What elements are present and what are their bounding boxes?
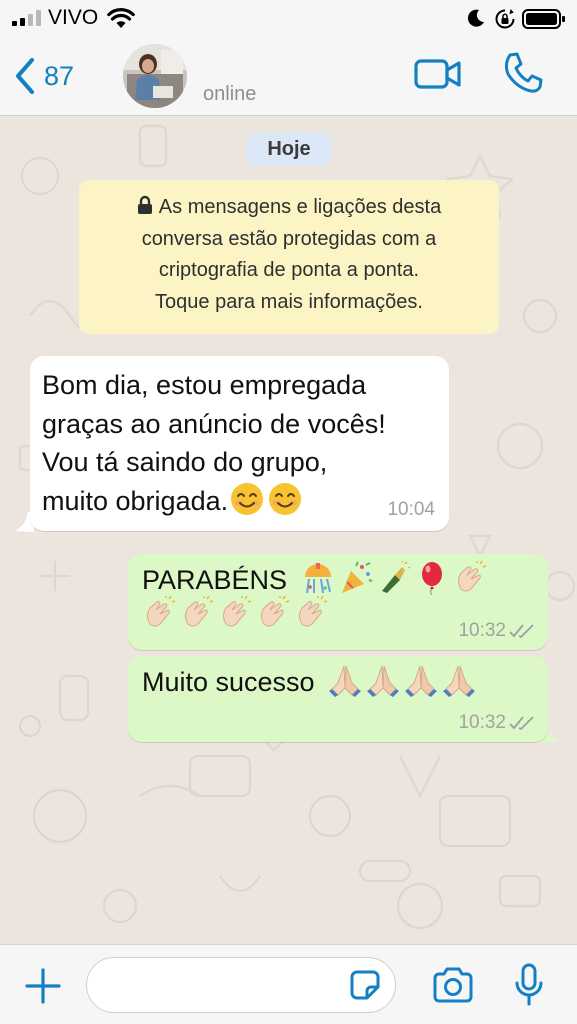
clapping-hands-emoji [256, 595, 290, 630]
encryption-notice-line: As mensagens e ligações desta [158, 196, 442, 218]
back-button[interactable]: 87 [14, 56, 74, 96]
video-camera-icon[interactable] [414, 56, 462, 92]
clapping-hands-emoji [453, 560, 487, 595]
message-line: Vou tá saindo do grupo, [42, 447, 328, 477]
microphone-icon[interactable] [514, 963, 544, 1007]
chevron-left-icon [16, 58, 34, 94]
date-chip: Hoje [246, 132, 332, 166]
encryption-notice[interactable]: As mensagens e ligações desta conversa e… [79, 180, 499, 334]
encryption-notice-line: conversa estão protegidas com a [141, 227, 437, 250]
moon-icon [467, 9, 484, 27]
party-popper-emoji [339, 561, 373, 595]
outgoing-message[interactable]: Muito sucesso 10:32 [128, 656, 548, 742]
status-bar: VIVO [0, 0, 577, 38]
signal-icon [12, 10, 41, 26]
message-time: 10:32 [458, 712, 506, 733]
folded-hands-emoji [366, 663, 400, 697]
read-ticks-icon [509, 624, 534, 639]
lock-icon [137, 195, 152, 214]
message-composer [0, 944, 577, 1024]
encryption-notice-line: Toque para mais informações. [155, 290, 423, 313]
sticker-icon[interactable] [348, 968, 382, 1002]
folded-hands-emoji [404, 663, 438, 697]
chat-header: 87 online [0, 38, 577, 116]
presence-status: online [203, 83, 257, 105]
clapping-hands-emoji [142, 595, 176, 630]
incoming-message[interactable]: Bom dia, estou empregada graças ao anúnc… [30, 356, 449, 531]
chat-area[interactable]: Hoje As mensagens e ligações desta conve… [0, 116, 577, 944]
orientation-lock-icon [495, 9, 515, 29]
message-text: PARABÉNS [142, 565, 288, 595]
plus-icon[interactable] [24, 967, 62, 1005]
champagne-emoji [377, 560, 411, 595]
outgoing-message[interactable]: PARABÉNS 10:32 [128, 554, 548, 650]
message-time: 10:32 [458, 620, 506, 641]
clapping-hands-emoji [180, 595, 214, 630]
smiling-face-emoji [230, 482, 264, 516]
clapping-hands-emoji [218, 595, 252, 630]
unread-count: 87 [44, 60, 75, 91]
message-text: Muito sucesso [142, 667, 315, 697]
camera-icon[interactable] [432, 967, 474, 1003]
folded-hands-emoji [328, 663, 362, 697]
confetti-ball-emoji [301, 561, 335, 595]
message-line: Bom dia, estou empregada [42, 370, 367, 400]
carrier-name: VIVO [48, 6, 99, 29]
clapping-hands-emoji [294, 595, 328, 630]
balloon-emoji [415, 561, 449, 596]
message-line: muito obrigada. [42, 485, 229, 516]
message-line: graças ao anúncio de vocês! [42, 408, 386, 439]
read-ticks-icon [509, 716, 534, 731]
avatar[interactable] [123, 44, 187, 108]
smiling-face-emoji [268, 482, 302, 516]
battery-icon [522, 9, 565, 29]
wifi-icon [107, 8, 135, 28]
phone-icon[interactable] [503, 52, 543, 94]
folded-hands-emoji [442, 663, 476, 697]
encryption-notice-line: criptografia de ponta a ponta. [158, 259, 420, 281]
message-time: 10:04 [387, 499, 435, 520]
